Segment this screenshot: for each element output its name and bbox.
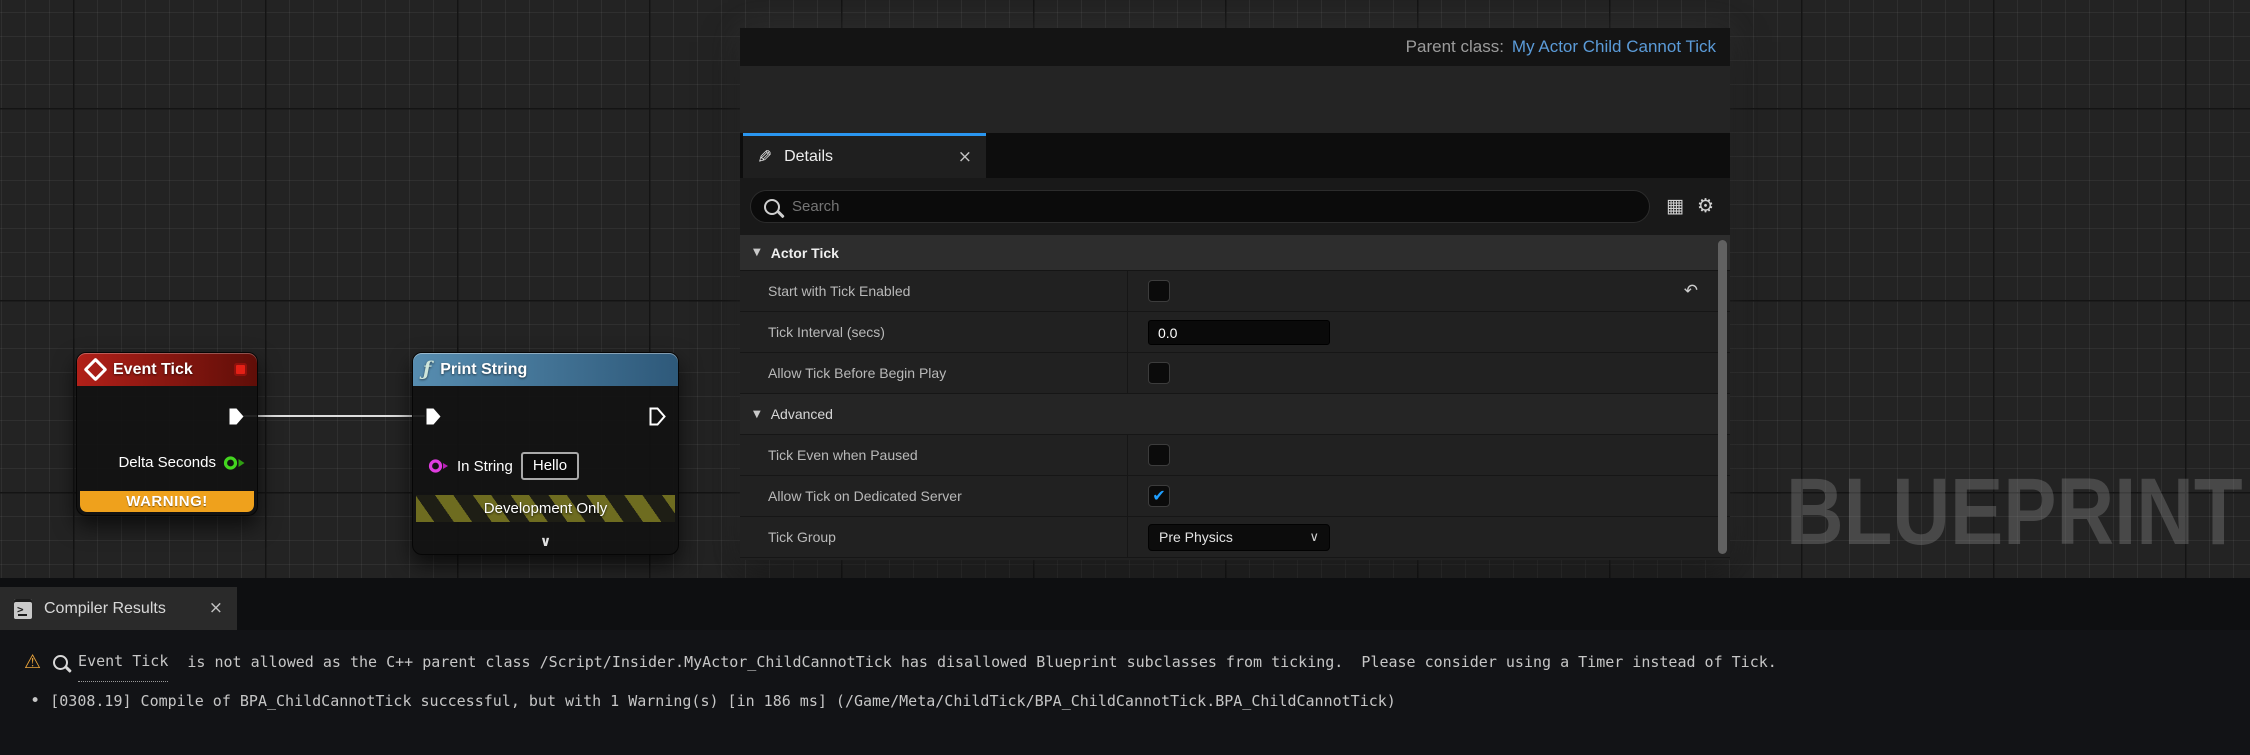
details-search-row: ▦ ⚙ bbox=[740, 178, 1730, 235]
node-expand-chevron-icon[interactable]: ∨ bbox=[413, 535, 678, 549]
event-tick-message-link[interactable]: Event Tick bbox=[78, 642, 168, 682]
compiler-results-tab-label: Compiler Results bbox=[44, 600, 166, 618]
print-string-node-header[interactable]: ƒ Print String bbox=[413, 353, 678, 386]
compiler-message-log: ⚠ Event Tick is not allowed as the C++ p… bbox=[0, 630, 2250, 720]
checkmark-icon: ✔ bbox=[1152, 488, 1165, 504]
print-string-node-title: Print String bbox=[440, 361, 527, 379]
details-property-list: ▼ Actor Tick Start with Tick Enabled ↶ T… bbox=[740, 235, 1730, 560]
property-label: Start with Tick Enabled bbox=[740, 271, 1128, 311]
compiler-result-line: • [0308.19] Compile of BPA_ChildCannotTi… bbox=[24, 682, 2250, 720]
compiler-results-panel: Compiler Results × ⚠ Event Tick is not a… bbox=[0, 578, 2250, 755]
in-string-value-input[interactable]: Hello bbox=[521, 452, 579, 480]
section-advanced[interactable]: ▼ Advanced bbox=[740, 394, 1730, 435]
compiler-tabrow: Compiler Results × bbox=[0, 578, 2250, 630]
function-icon: ƒ bbox=[423, 360, 431, 379]
tab-compiler-results[interactable]: Compiler Results × bbox=[0, 587, 237, 630]
panel-titlebar: Parent class: My Actor Child Cannot Tick bbox=[740, 28, 1730, 66]
development-only-banner: Development Only bbox=[416, 495, 675, 522]
search-box[interactable] bbox=[750, 190, 1650, 223]
details-tabrow: ✎ Details × bbox=[740, 133, 1730, 178]
section-actor-tick[interactable]: ▼ Actor Tick bbox=[740, 235, 1730, 271]
tick-group-selected-value: Pre Physics bbox=[1159, 529, 1233, 545]
property-label: Tick Group bbox=[740, 517, 1128, 557]
property-row-start-with-tick-enabled: Start with Tick Enabled ↶ bbox=[740, 271, 1730, 312]
event-status-icon bbox=[234, 363, 247, 376]
property-label: Allow Tick Before Begin Play bbox=[740, 353, 1128, 393]
event-tick-node[interactable]: Event Tick Delta Seconds WARNING! bbox=[76, 352, 258, 516]
property-row-allow-tick-before-begin-play: Allow Tick Before Begin Play bbox=[740, 353, 1730, 394]
parent-class-label: Parent class: bbox=[1406, 37, 1504, 57]
property-row-tick-group: Tick Group Pre Physics ∨ bbox=[740, 517, 1730, 558]
reset-to-default-icon[interactable]: ↶ bbox=[1684, 281, 1698, 301]
bullet-icon: • bbox=[30, 682, 40, 720]
in-string-label: In String bbox=[457, 458, 513, 475]
delta-seconds-label: Delta Seconds bbox=[118, 454, 216, 471]
blueprint-editor-window: BLUEPRINT Event Tick Delta Seconds WARNI… bbox=[0, 0, 2250, 755]
details-tab-close-icon[interactable]: × bbox=[958, 149, 972, 166]
display-filter-icon[interactable]: ▦ bbox=[1666, 197, 1684, 216]
event-tick-node-title: Event Tick bbox=[113, 361, 193, 379]
settings-gear-icon[interactable]: ⚙ bbox=[1697, 197, 1714, 216]
details-pencil-icon: ✎ bbox=[757, 147, 772, 168]
find-in-graph-icon[interactable] bbox=[53, 655, 68, 670]
details-panel: Parent class: My Actor Child Cannot Tick… bbox=[740, 28, 1730, 560]
exec-wire bbox=[243, 415, 425, 417]
property-row-tick-interval: Tick Interval (secs) 0.0 bbox=[740, 312, 1730, 353]
property-row-allow-tick-on-dedicated-server: Allow Tick on Dedicated Server ✔ bbox=[740, 476, 1730, 517]
property-row-tick-even-when-paused: Tick Even when Paused bbox=[740, 435, 1730, 476]
compiler-warning-line: ⚠ Event Tick is not allowed as the C++ p… bbox=[24, 642, 2250, 682]
panel-toolbar-area bbox=[740, 66, 1730, 133]
property-label: Tick Even when Paused bbox=[740, 435, 1128, 475]
compiler-results-icon bbox=[14, 599, 32, 619]
event-icon bbox=[83, 357, 107, 381]
compiler-results-tab-close-icon[interactable]: × bbox=[209, 600, 223, 617]
warning-triangle-icon: ⚠ bbox=[24, 643, 41, 681]
collapse-triangle-icon[interactable]: ▼ bbox=[753, 247, 761, 258]
blueprint-watermark: BLUEPRINT bbox=[1786, 458, 2243, 567]
details-scrollbar[interactable] bbox=[1718, 240, 1727, 554]
compiler-result-text: [0308.19] Compile of BPA_ChildCannotTick… bbox=[50, 682, 1396, 720]
tick-group-dropdown[interactable]: Pre Physics ∨ bbox=[1148, 524, 1330, 551]
print-string-node[interactable]: ƒ Print String In String Hello Developme… bbox=[412, 352, 679, 555]
chevron-down-icon: ∨ bbox=[1309, 530, 1319, 545]
node-warning-banner: WARNING! bbox=[80, 491, 254, 512]
collapse-triangle-icon[interactable]: ▼ bbox=[753, 409, 761, 420]
event-tick-node-header[interactable]: Event Tick bbox=[77, 353, 257, 386]
exec-output-pin[interactable] bbox=[649, 407, 666, 426]
section-actor-tick-label: Actor Tick bbox=[771, 245, 839, 261]
tab-details[interactable]: ✎ Details × bbox=[743, 133, 986, 178]
start-with-tick-enabled-checkbox[interactable] bbox=[1148, 280, 1170, 302]
parent-class-link[interactable]: My Actor Child Cannot Tick bbox=[1512, 37, 1716, 57]
search-input[interactable] bbox=[790, 197, 1574, 216]
delta-seconds-pin[interactable] bbox=[223, 455, 246, 471]
in-string-pin[interactable] bbox=[428, 458, 449, 474]
search-icon bbox=[764, 199, 780, 215]
section-advanced-label: Advanced bbox=[771, 406, 833, 422]
details-tab-label: Details bbox=[784, 148, 833, 166]
compiler-warning-text: is not allowed as the C++ parent class /… bbox=[178, 643, 1776, 681]
exec-input-pin[interactable] bbox=[425, 407, 442, 426]
allow-tick-before-begin-play-checkbox[interactable] bbox=[1148, 362, 1170, 384]
allow-tick-on-dedicated-server-checkbox[interactable]: ✔ bbox=[1148, 485, 1170, 507]
exec-output-pin[interactable] bbox=[228, 407, 245, 426]
property-label: Allow Tick on Dedicated Server bbox=[740, 476, 1128, 516]
tick-even-when-paused-checkbox[interactable] bbox=[1148, 444, 1170, 466]
property-label: Tick Interval (secs) bbox=[740, 312, 1128, 352]
tick-interval-input[interactable]: 0.0 bbox=[1148, 320, 1330, 345]
